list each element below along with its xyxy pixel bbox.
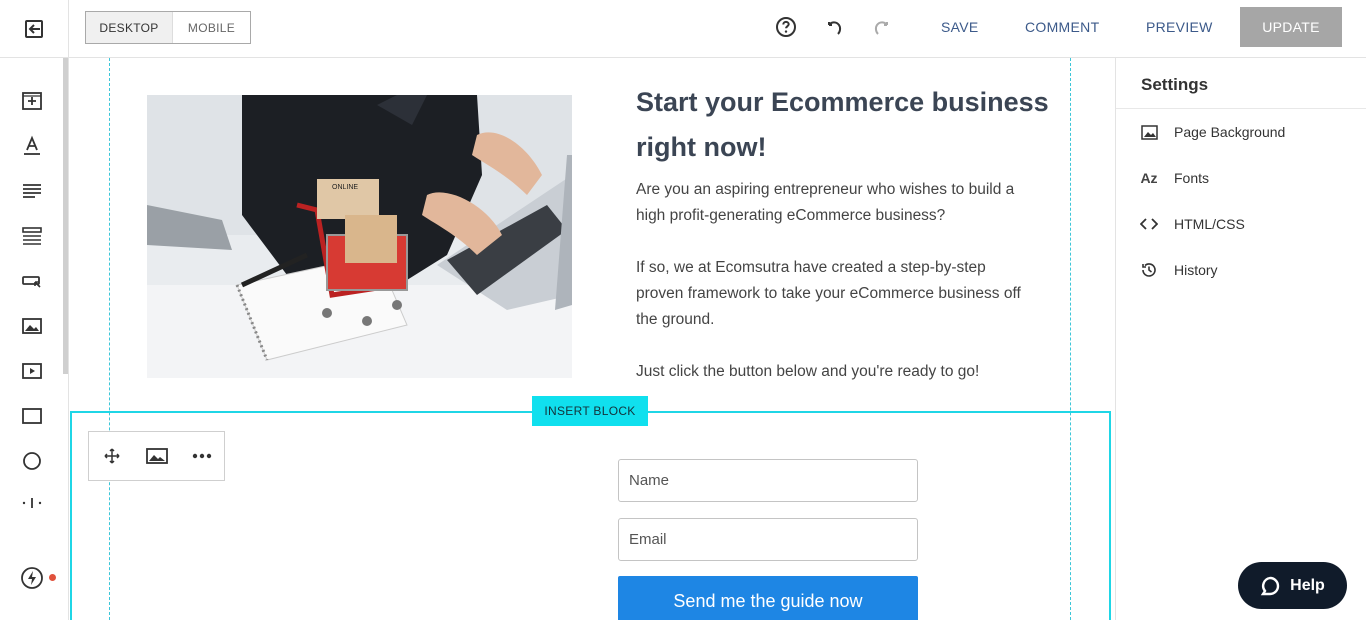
- send-guide-button[interactable]: Send me the guide now: [618, 576, 918, 620]
- page-headline[interactable]: Start your Ecommerce business right now!: [636, 80, 1056, 170]
- image-icon[interactable]: [20, 314, 44, 338]
- top-bar: DESKTOP MOBILE SAVE COMMENT PREVIEW UPDA…: [0, 0, 1366, 58]
- hero-image[interactable]: ONLINE: [147, 95, 572, 378]
- exit-editor-button[interactable]: [0, 0, 69, 58]
- toolbar-scrollbar[interactable]: [63, 58, 68, 374]
- fonts-icon: Az: [1140, 170, 1158, 186]
- save-button[interactable]: SAVE: [941, 19, 979, 35]
- background-image-icon[interactable]: [134, 432, 179, 480]
- settings-item-label: Page Background: [1174, 124, 1286, 140]
- divider-icon[interactable]: [20, 491, 44, 515]
- history-icon: [1140, 261, 1158, 279]
- button-icon[interactable]: [20, 269, 44, 293]
- email-field[interactable]: Email: [618, 518, 918, 561]
- paragraph-icon[interactable]: [20, 179, 44, 203]
- body-text[interactable]: Are you an aspiring entrepreneur who wis…: [636, 177, 1036, 411]
- selected-block-outline[interactable]: [70, 411, 1111, 620]
- paragraph-1: Are you an aspiring entrepreneur who wis…: [636, 181, 1015, 224]
- view-toggle: DESKTOP MOBILE: [85, 11, 251, 44]
- lightning-icon[interactable]: [20, 566, 44, 590]
- exit-editor-icon: [25, 20, 43, 38]
- undo-icon[interactable]: [822, 15, 846, 39]
- chat-bubble-icon: [1260, 576, 1280, 595]
- help-circle-icon[interactable]: [774, 15, 798, 39]
- preview-button[interactable]: PREVIEW: [1146, 19, 1213, 35]
- editor-canvas: ONLINE Start your Ecommerce business rig…: [70, 58, 1115, 620]
- left-toolbar: [0, 58, 69, 620]
- settings-item-html-css[interactable]: HTML/CSS: [1140, 212, 1245, 236]
- settings-item-label: Fonts: [1174, 170, 1210, 186]
- redo-icon[interactable]: [870, 15, 894, 39]
- settings-item-page-background[interactable]: Page Background: [1140, 120, 1285, 144]
- settings-item-label: HTML/CSS: [1174, 216, 1245, 232]
- settings-title: Settings: [1141, 75, 1209, 94]
- update-button[interactable]: UPDATE: [1240, 7, 1342, 47]
- desktop-view-button[interactable]: DESKTOP: [86, 12, 173, 43]
- paragraph-2: If so, we at Ecomsutra have created a st…: [636, 259, 1021, 328]
- insert-block-button[interactable]: INSERT BLOCK: [532, 396, 648, 426]
- video-icon[interactable]: [20, 359, 44, 383]
- add-section-icon[interactable]: [20, 89, 44, 113]
- circle-icon[interactable]: [20, 449, 44, 473]
- code-icon: [1140, 215, 1158, 233]
- text-icon[interactable]: [20, 134, 44, 158]
- help-button[interactable]: Help: [1238, 562, 1347, 609]
- move-icon[interactable]: [89, 432, 134, 480]
- help-label: Help: [1290, 576, 1325, 594]
- image-icon: [1140, 123, 1158, 141]
- settings-divider: [1116, 108, 1366, 109]
- block-toolbar: [88, 431, 225, 481]
- list-icon[interactable]: [20, 224, 44, 248]
- more-options-icon[interactable]: [179, 432, 224, 480]
- settings-panel: Settings Page Background Az Fonts HTML/C…: [1115, 58, 1366, 620]
- name-field[interactable]: Name: [618, 459, 918, 502]
- settings-item-label: History: [1174, 262, 1218, 278]
- settings-item-history[interactable]: History: [1140, 258, 1218, 282]
- paragraph-3: Just click the button below and you're r…: [636, 363, 980, 380]
- comment-button[interactable]: COMMENT: [1025, 19, 1099, 35]
- mobile-view-button[interactable]: MOBILE: [173, 12, 250, 43]
- notification-dot: [49, 574, 56, 581]
- settings-item-fonts[interactable]: Az Fonts: [1140, 166, 1209, 190]
- box-icon[interactable]: [20, 404, 44, 428]
- box-label: ONLINE: [332, 184, 358, 191]
